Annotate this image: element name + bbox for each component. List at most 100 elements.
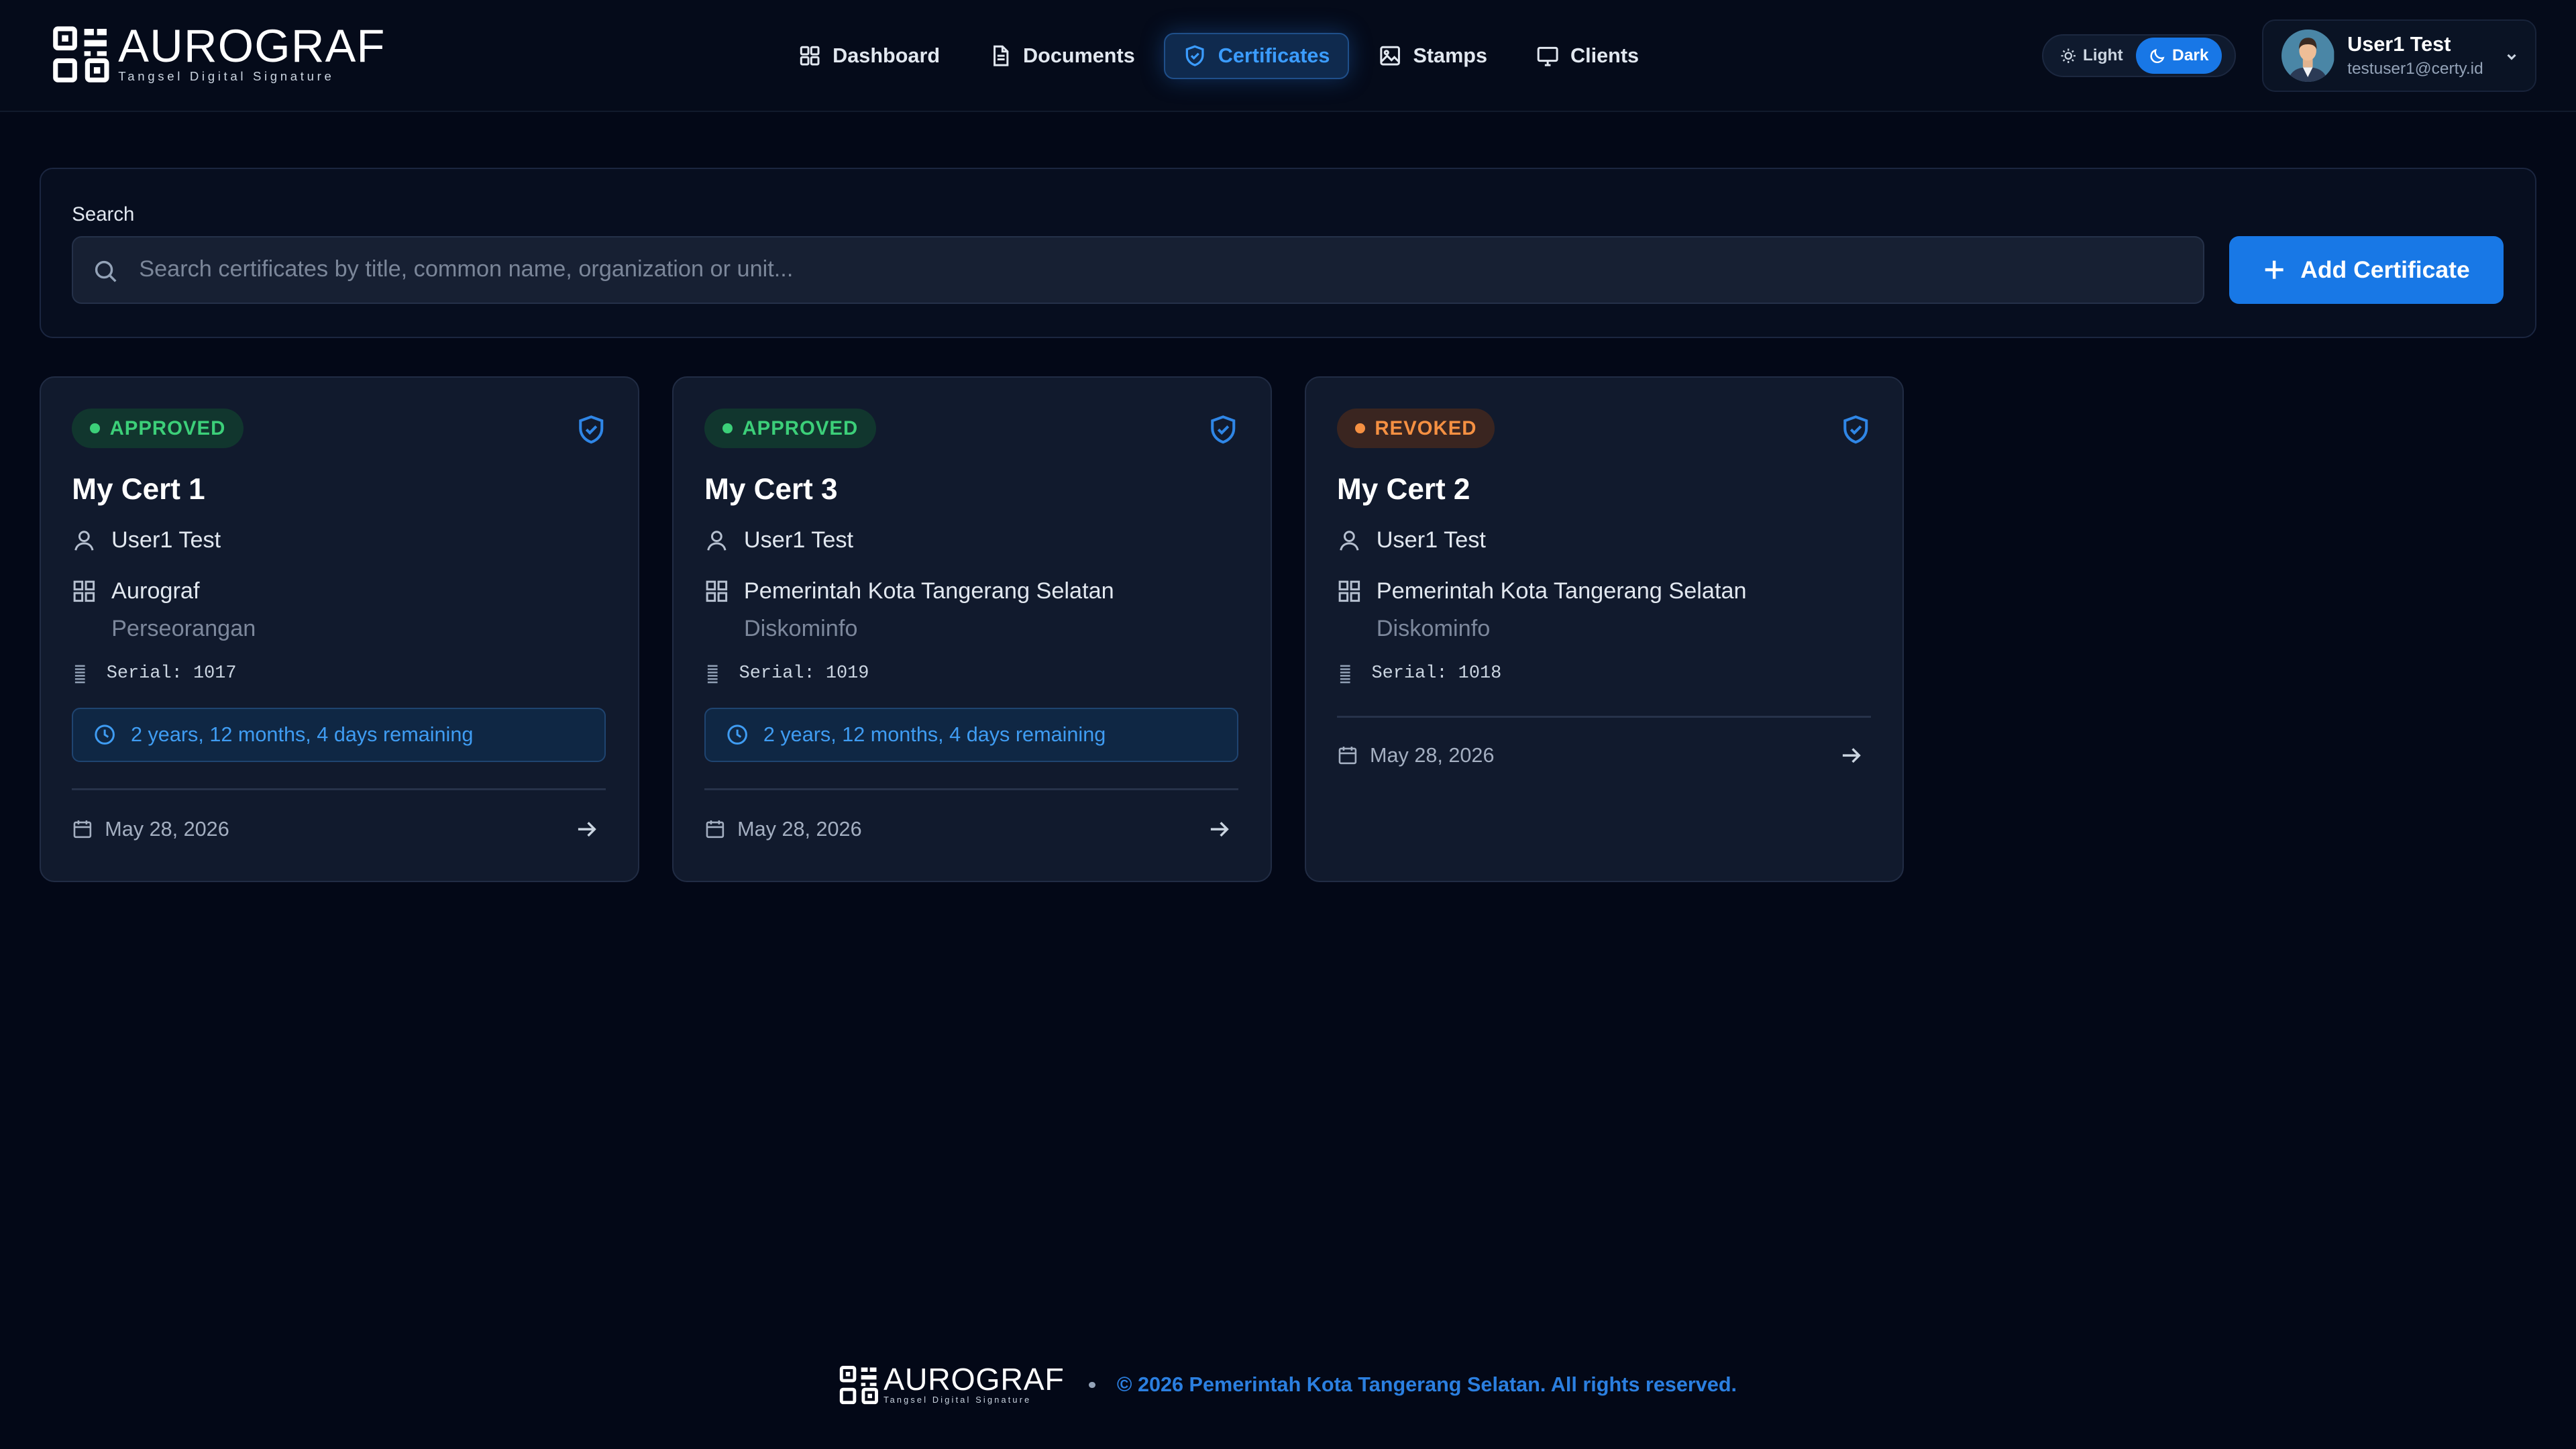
search-icon: [95, 260, 117, 282]
common-name: User1 Test: [111, 527, 221, 553]
moon-icon: [2150, 48, 2165, 63]
arrow-right-icon[interactable]: [575, 818, 598, 841]
nav-clients[interactable]: Clients: [1517, 33, 1658, 79]
status-dot: [722, 423, 733, 434]
user-icon: [74, 531, 94, 551]
certificate-title: My Cert 3: [704, 472, 838, 506]
user-icon: [707, 531, 727, 551]
status-badge: REVOKED: [1337, 409, 1495, 449]
date-row: May 28, 2026: [704, 818, 862, 841]
search-input[interactable]: [139, 237, 2176, 302]
serial-number: Serial: 1019: [739, 663, 869, 684]
nav-label: Clients: [1570, 44, 1640, 67]
certificate-title: My Cert 1: [72, 472, 205, 506]
theme-light-label: Light: [2082, 46, 2123, 65]
validity-remaining: 2 years, 12 months, 4 days remaining: [704, 708, 1239, 762]
chevron-down-icon: [2507, 54, 2516, 60]
nav-dashboard[interactable]: Dashboard: [779, 33, 959, 79]
arrow-right-icon[interactable]: [1839, 744, 1862, 767]
certificate-card[interactable]: APPROVED My Cert 1 User1 Test Aurograf P…: [39, 376, 639, 883]
card-footer: May 28, 2026: [72, 814, 606, 844]
page-footer: AUROGRAF Tangsel Digital Signature © 202…: [0, 1360, 2576, 1409]
organization-unit: Diskominfo: [743, 615, 858, 641]
serial-number: Serial: 1018: [1371, 663, 1502, 684]
organization-unit: Perseorangan: [111, 615, 256, 641]
status-text: REVOKED: [1375, 417, 1477, 439]
theme-light-option[interactable]: Light: [2047, 38, 2136, 74]
calendar-icon: [706, 820, 724, 839]
nav-certificates[interactable]: Certificates: [1164, 32, 1350, 79]
status-text: APPROVED: [109, 417, 226, 439]
barcode-icon: [1340, 665, 1350, 684]
common-name: User1 Test: [743, 527, 854, 553]
calendar-icon: [73, 820, 92, 839]
user-menu[interactable]: User1 Test testuser1@certy.id: [2262, 19, 2537, 93]
status-badge: APPROVED: [704, 409, 877, 449]
shield-check-icon: [578, 415, 603, 443]
card-divider: [72, 788, 606, 790]
footer-logo[interactable]: AUROGRAF Tangsel Digital Signature: [839, 1364, 1065, 1405]
validity-remaining: 2 years, 12 months, 4 days remaining: [72, 708, 606, 762]
remaining-text: 2 years, 12 months, 4 days remaining: [130, 722, 474, 746]
nav-stamps[interactable]: Stamps: [1359, 33, 1507, 79]
top-header: AUROGRAF Tangsel Digital Signature Dashb…: [0, 0, 2576, 112]
search-panel: Search Add Certificate: [39, 167, 2537, 339]
avatar: [2282, 30, 2334, 83]
status-badge: APPROVED: [72, 409, 244, 449]
calendar-icon: [1338, 747, 1357, 765]
serial-row: Serial: 1018: [1337, 663, 1501, 684]
certificate-date: May 28, 2026: [1369, 743, 1495, 767]
building-grid-icon: [1338, 580, 1360, 602]
footer-separator-dot: [1089, 1381, 1096, 1389]
card-divider: [1337, 716, 1871, 718]
brand-name: AUROGRAF: [118, 19, 386, 72]
qr-logo-icon: [53, 26, 109, 83]
date-row: May 28, 2026: [1337, 744, 1494, 767]
user-icon: [1340, 531, 1359, 551]
serial-row: Serial: 1019: [704, 663, 869, 684]
theme-dark-option[interactable]: Dark: [2136, 38, 2222, 74]
theme-dark-label: Dark: [2172, 46, 2209, 65]
building-grid-icon: [73, 580, 95, 602]
organization: Pemerintah Kota Tangerang Selatan: [1376, 578, 1747, 604]
grid-icon: [800, 46, 820, 66]
document-icon: [993, 45, 1008, 66]
plus-icon: [2265, 260, 2284, 279]
certificate-card[interactable]: REVOKED My Cert 2 User1 Test Pemerintah …: [1304, 376, 1904, 883]
barcode-icon: [708, 665, 718, 684]
organization-row: Pemerintah Kota Tangerang Selatan: [1337, 578, 1747, 604]
common-name-row: User1 Test: [1337, 527, 1486, 553]
nav-label: Stamps: [1413, 44, 1488, 67]
card-footer: May 28, 2026: [1337, 741, 1871, 770]
arrow-right-icon[interactable]: [1208, 818, 1230, 841]
card-footer: May 28, 2026: [704, 814, 1238, 844]
remaining-text: 2 years, 12 months, 4 days remaining: [763, 722, 1106, 746]
date-row: May 28, 2026: [72, 818, 229, 841]
status-dot: [90, 423, 100, 434]
organization-unit: Diskominfo: [1376, 615, 1491, 641]
organization: Pemerintah Kota Tangerang Selatan: [743, 578, 1114, 604]
status-text: APPROVED: [742, 417, 859, 439]
barcode-icon: [75, 665, 85, 684]
theme-toggle: Light Dark: [2042, 34, 2237, 78]
shield-check-icon: [1843, 415, 1868, 443]
certificate-card[interactable]: APPROVED My Cert 3 User1 Test Pemerintah…: [672, 376, 1272, 883]
brand-logo[interactable]: AUROGRAF Tangsel Digital Signature: [52, 19, 386, 84]
certificate-date: May 28, 2026: [105, 817, 229, 841]
shield-check-icon: [1186, 45, 1204, 66]
common-name: User1 Test: [1376, 527, 1486, 553]
qr-logo-icon: [839, 1365, 878, 1405]
image-icon: [1380, 46, 1400, 66]
footer-brand-name: AUROGRAF: [883, 1361, 1065, 1397]
brand-tagline: Tangsel Digital Signature: [118, 68, 335, 83]
shield-check-icon: [1211, 415, 1236, 443]
organization-row: Aurograf: [72, 578, 199, 604]
common-name-row: User1 Test: [72, 527, 221, 553]
nav-documents[interactable]: Documents: [969, 33, 1155, 79]
add-certificate-button[interactable]: Add Certificate: [2229, 236, 2504, 304]
building-grid-icon: [706, 580, 728, 602]
organization-row: Pemerintah Kota Tangerang Selatan: [704, 578, 1114, 604]
user-name: User1 Test: [2347, 32, 2451, 56]
main-nav: Dashboard Documents Certificates Stamps …: [779, 32, 1658, 79]
common-name-row: User1 Test: [704, 527, 853, 553]
